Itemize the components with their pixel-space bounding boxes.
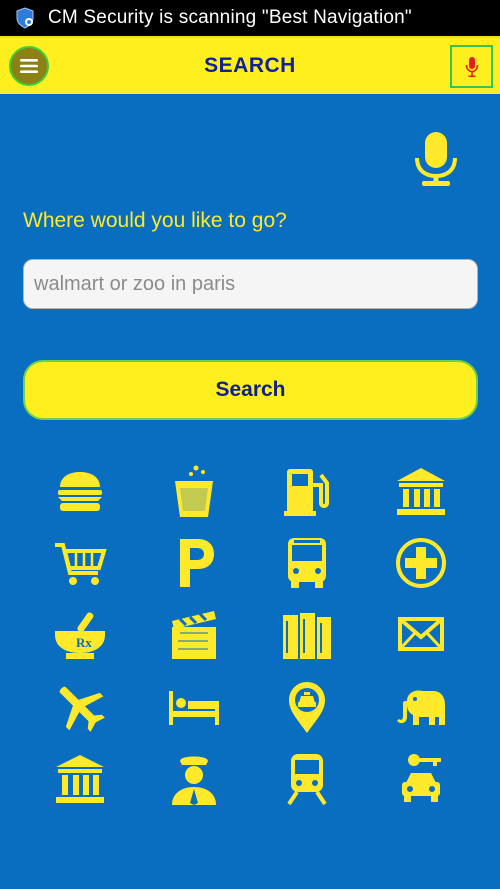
train-icon [287, 754, 328, 806]
category-police[interactable] [137, 743, 251, 815]
category-hotel[interactable] [137, 671, 251, 743]
search-button[interactable]: Search [23, 360, 478, 420]
search-input[interactable] [23, 259, 478, 309]
category-taxi[interactable] [251, 671, 365, 743]
museum-icon [55, 755, 104, 803]
category-bus[interactable] [251, 527, 365, 599]
airport-icon [59, 686, 105, 732]
taxi-icon [289, 682, 326, 733]
category-food[interactable] [23, 455, 137, 527]
category-movies[interactable] [137, 599, 251, 671]
category-museum[interactable] [23, 743, 137, 815]
category-hospital[interactable] [364, 527, 478, 599]
category-shopping[interactable] [23, 527, 137, 599]
parking-icon [179, 539, 214, 587]
notification-text: CM Security is scanning "Best Navigation… [48, 7, 412, 28]
police-icon [171, 756, 216, 805]
search-prompt: Where would you like to go? [23, 209, 287, 232]
movie-icon [171, 611, 216, 659]
library-icon [283, 613, 332, 659]
microphone-icon [465, 56, 478, 77]
bus-icon [288, 538, 327, 588]
car-rental-icon [402, 754, 442, 802]
microphone-icon[interactable] [414, 130, 458, 188]
bank-icon [397, 468, 446, 515]
hospital-icon [396, 538, 447, 588]
category-grid: Rx [23, 455, 478, 815]
category-gas[interactable] [251, 455, 365, 527]
category-pharmacy[interactable]: Rx [23, 599, 137, 671]
category-drinks[interactable] [137, 455, 251, 527]
category-car-rental[interactable] [364, 743, 478, 815]
voice-search-button[interactable] [450, 45, 493, 88]
gas-station-icon [284, 469, 330, 516]
menu-button[interactable] [9, 46, 49, 86]
post-office-icon [398, 617, 445, 651]
zoo-icon [397, 690, 446, 725]
hotel-icon [168, 691, 219, 725]
app-bar: SEARCH [0, 36, 500, 94]
category-zoo[interactable] [364, 671, 478, 743]
category-library[interactable] [251, 599, 365, 671]
category-airport[interactable] [23, 671, 137, 743]
shopping-cart-icon [54, 543, 107, 585]
burger-icon [57, 472, 102, 511]
shield-icon [16, 7, 34, 29]
pharmacy-icon: Rx [54, 612, 105, 659]
category-parking[interactable] [137, 527, 251, 599]
hamburger-icon [20, 59, 38, 73]
page-title: SEARCH [204, 54, 296, 77]
status-bar: CM Security is scanning "Best Navigation… [0, 0, 500, 36]
category-bank[interactable] [364, 455, 478, 527]
category-train[interactable] [251, 743, 365, 815]
category-post-office[interactable] [364, 599, 478, 671]
svg-text:Rx: Rx [76, 635, 92, 650]
drink-icon [174, 465, 213, 517]
